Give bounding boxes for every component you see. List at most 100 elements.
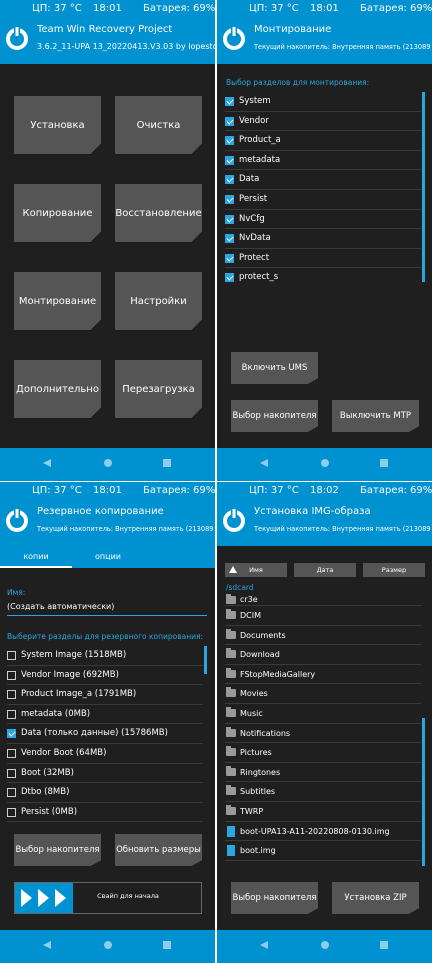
list-item[interactable]: protect_s (225, 268, 421, 282)
checkbox-icon[interactable] (7, 788, 16, 798)
folder-icon (226, 785, 236, 796)
checkbox-icon[interactable] (7, 748, 16, 758)
checkbox-icon[interactable] (7, 670, 16, 680)
back-icon[interactable] (42, 458, 52, 468)
header: Установка IMG-образа Текущий накопитель:… (217, 500, 432, 546)
disable-mtp-button[interactable]: Выключить MTP (332, 400, 419, 432)
list-item[interactable]: metadata (0MB) (7, 705, 203, 725)
list-item[interactable]: Download (225, 645, 421, 665)
enable-ums-button[interactable]: Включить UMS (231, 352, 318, 384)
back-icon[interactable] (42, 940, 52, 950)
reboot-button[interactable]: Перезагрузка (115, 360, 202, 418)
list-item[interactable]: Product Image_a (1791MB) (7, 685, 203, 705)
list-item[interactable]: boot.img (225, 841, 421, 861)
tab-backups[interactable]: копии (0, 546, 72, 568)
checkbox-checked-icon[interactable] (225, 214, 234, 224)
list-item[interactable]: Dtbo (8MB) (7, 783, 203, 803)
twrp-logo-icon (6, 26, 28, 50)
checkbox-icon[interactable] (7, 651, 16, 660)
list-item[interactable]: Data (225, 170, 421, 190)
checkbox-checked-icon[interactable] (225, 194, 234, 204)
list-item[interactable]: boot-UPA13-A11-20220808-0130.img (225, 822, 421, 842)
section-label: Выберите разделы для резервного копирова… (7, 632, 204, 641)
list-item[interactable]: System Image (1518MB) (7, 646, 203, 666)
list-item[interactable]: System (225, 92, 421, 112)
checkbox-icon[interactable] (7, 709, 16, 719)
tab-options[interactable]: опции (72, 546, 144, 568)
checkbox-checked-icon[interactable] (225, 155, 234, 165)
home-icon[interactable] (103, 940, 113, 950)
list-item[interactable]: Product_a (225, 131, 421, 151)
install-zip-button[interactable]: Установка ZIP (332, 882, 419, 914)
wipe-button[interactable]: Очистка (115, 96, 202, 154)
refresh-sizes-button[interactable]: Обновить размеры (115, 834, 202, 866)
list-item[interactable]: Persist (0MB) (7, 803, 203, 823)
partition-list: System Image (1518MB) Vendor Image (692M… (7, 646, 203, 824)
home-icon[interactable] (320, 458, 330, 468)
list-item[interactable]: FStopMediaGallery (225, 665, 421, 685)
backup-button[interactable]: Копирование (14, 184, 101, 242)
checkbox-checked-icon[interactable] (225, 116, 234, 126)
checkbox-checked-icon[interactable] (7, 729, 16, 739)
checkbox-icon[interactable] (7, 768, 16, 778)
checkbox-checked-icon[interactable] (225, 234, 234, 244)
sort-by-date-button[interactable]: Дата (294, 563, 356, 577)
twrp-logo-icon (223, 508, 245, 532)
list-item[interactable]: Data (только данные) (15786MB) (7, 724, 203, 744)
scrollbar[interactable] (422, 718, 425, 866)
checkbox-icon[interactable] (7, 807, 16, 817)
home-icon[interactable] (320, 940, 330, 950)
list-item[interactable]: Movies (225, 684, 421, 704)
select-storage-button[interactable]: Выбор накопителя (14, 834, 101, 866)
advanced-button[interactable]: Дополнительно (14, 360, 101, 418)
battery-status: Батарея: 69% (360, 3, 432, 14)
list-item[interactable]: Music (225, 704, 421, 724)
checkbox-checked-icon[interactable] (225, 175, 234, 185)
list-item[interactable]: Boot (32MB) (7, 764, 203, 784)
list-item[interactable]: DCIM (225, 606, 421, 626)
checkbox-checked-icon[interactable] (225, 136, 234, 146)
page-title: Установка IMG-образа (254, 506, 371, 517)
console-icon[interactable] (379, 940, 389, 950)
header: Монтирование Текущий накопитель: Внутрен… (217, 18, 432, 64)
list-item[interactable]: Notifications (225, 724, 421, 744)
console-icon[interactable] (162, 940, 172, 950)
sort-by-name-button[interactable]: Имя (225, 563, 287, 577)
select-storage-button[interactable]: Выбор накопителя (231, 400, 318, 432)
restore-button[interactable]: Восстановление (115, 184, 202, 242)
console-icon[interactable] (379, 458, 389, 468)
list-item[interactable]: Protect (225, 249, 421, 269)
install-button[interactable]: Установка (14, 96, 101, 154)
swipe-to-backup-slider[interactable]: Свайп для начала (14, 882, 202, 914)
sort-by-size-button[interactable]: Размер (363, 563, 425, 577)
settings-button[interactable]: Настройки (115, 272, 202, 330)
list-item[interactable]: Ringtones (225, 763, 421, 783)
list-item[interactable]: Subtitles (225, 782, 421, 802)
list-item[interactable]: cr3e (225, 594, 421, 606)
checkbox-icon[interactable] (7, 690, 16, 700)
checkbox-checked-icon[interactable] (225, 97, 234, 106)
select-storage-button[interactable]: Выбор накопителя (231, 882, 318, 914)
console-icon[interactable] (162, 458, 172, 468)
mount-button[interactable]: Монтирование (14, 272, 101, 330)
list-item[interactable]: Documents (225, 626, 421, 646)
list-item[interactable]: Vendor Image (692MB) (7, 666, 203, 686)
list-item[interactable]: metadata (225, 151, 421, 171)
backup-name-field[interactable]: (Создать автоматически) (7, 602, 114, 611)
nav-bar (0, 930, 215, 963)
back-icon[interactable] (259, 458, 269, 468)
list-item[interactable]: Vendor Boot (64MB) (7, 744, 203, 764)
list-item[interactable]: TWRP (225, 802, 421, 822)
twrp-logo-icon (6, 508, 28, 532)
list-item[interactable]: Persist (225, 190, 421, 210)
scrollbar[interactable] (204, 646, 207, 674)
list-item[interactable]: NvCfg (225, 210, 421, 230)
list-item[interactable]: Pictures (225, 743, 421, 763)
scrollbar[interactable] (422, 92, 425, 282)
back-icon[interactable] (259, 940, 269, 950)
checkbox-checked-icon[interactable] (225, 253, 234, 263)
list-item[interactable]: Vendor (225, 112, 421, 132)
home-icon[interactable] (103, 458, 113, 468)
checkbox-checked-icon[interactable] (225, 273, 234, 282)
list-item[interactable]: NvData (225, 229, 421, 249)
